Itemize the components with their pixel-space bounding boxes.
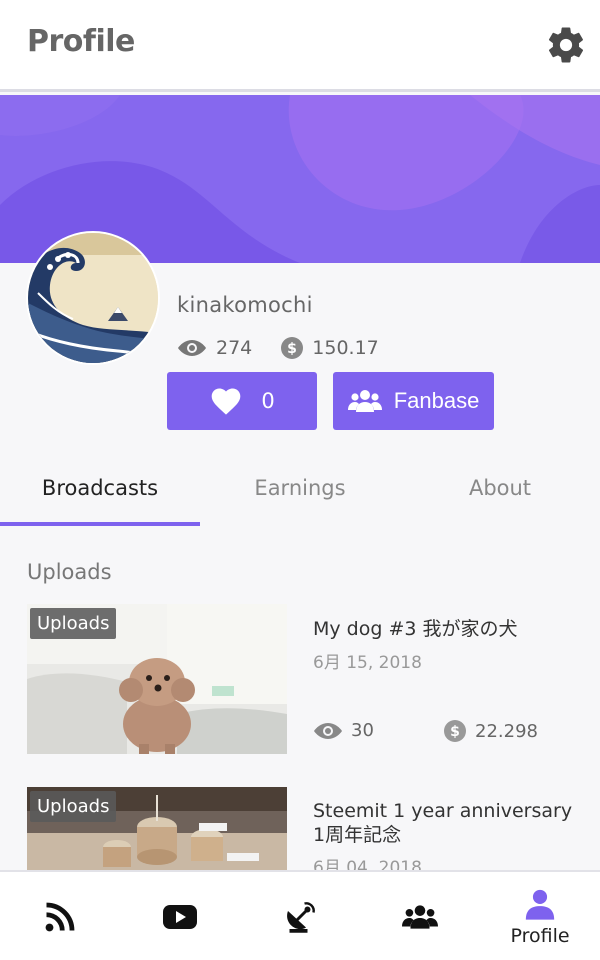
dollar-coin-icon: $: [281, 337, 304, 359]
page-title: Profile: [27, 24, 135, 59]
nav-community[interactable]: [360, 872, 480, 960]
like-button[interactable]: 0: [167, 372, 317, 430]
users-group-icon: [347, 390, 382, 412]
uploads-badge: Uploads: [30, 791, 117, 822]
active-tab-indicator: [0, 522, 200, 526]
item-title[interactable]: Steemit 1 year anniversary 1周年記念: [313, 799, 583, 847]
views-count: 274: [216, 337, 253, 359]
dollar-coin-icon: $: [444, 720, 466, 742]
profile-stats: 274 $ 150.17: [177, 335, 379, 361]
earnings-amount: 150.17: [312, 337, 379, 359]
item-title[interactable]: My dog #3 我が家の犬: [313, 617, 583, 641]
fanbase-button[interactable]: Fanbase: [333, 372, 494, 430]
app-header: Profile: [0, 0, 600, 92]
video-play-icon: [163, 905, 197, 929]
like-count: 0: [261, 389, 275, 413]
nav-profile-label: Profile: [510, 925, 570, 947]
eye-icon: [314, 722, 342, 739]
item-earnings: $ 22.298: [443, 719, 538, 743]
svg-text:$: $: [450, 724, 460, 740]
item-earnings-amount: 22.298: [475, 720, 538, 742]
uploads-badge: Uploads: [30, 608, 117, 639]
broadcast-dish-icon: [287, 902, 315, 933]
item-views: 30: [313, 720, 374, 741]
tab-broadcasts[interactable]: Broadcasts: [0, 476, 200, 500]
rss-feed-icon: [45, 902, 75, 932]
bottom-navigation: Profile: [0, 870, 600, 960]
tab-about[interactable]: About: [400, 476, 600, 500]
svg-text:$: $: [287, 341, 297, 357]
profile-tabs: Broadcasts Earnings About: [0, 460, 600, 526]
gear-icon[interactable]: [545, 24, 587, 66]
nav-broadcast[interactable]: [240, 872, 360, 960]
section-title: Uploads: [27, 560, 112, 584]
fanbase-label: Fanbase: [393, 388, 480, 413]
nav-profile[interactable]: Profile: [480, 872, 600, 960]
avatar[interactable]: [26, 231, 160, 365]
nav-feed[interactable]: [0, 872, 120, 960]
tab-earnings[interactable]: Earnings: [200, 476, 400, 500]
profile-user-icon: [525, 889, 555, 920]
item-views-count: 30: [351, 720, 374, 741]
nav-videos[interactable]: [120, 872, 240, 960]
eye-icon: [178, 340, 206, 356]
community-users-icon: [402, 905, 438, 929]
username: kinakomochi: [177, 293, 313, 317]
heart-icon: [211, 388, 241, 415]
item-date: 6月 15, 2018: [313, 653, 422, 673]
